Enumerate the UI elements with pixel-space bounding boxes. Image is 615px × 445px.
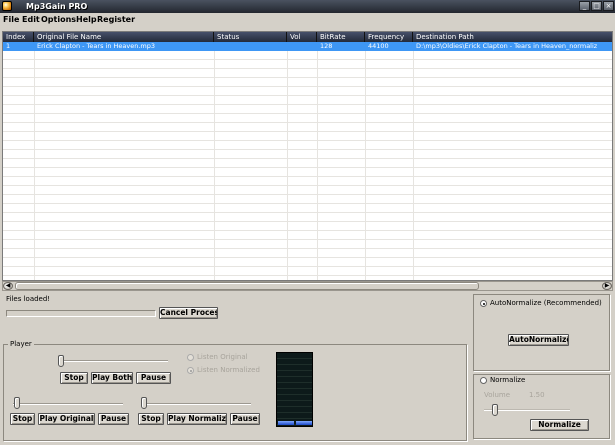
scroll-thumb[interactable] — [15, 282, 479, 290]
auto-normalize-radio[interactable] — [480, 300, 487, 307]
level-meter-left — [278, 421, 294, 425]
normalized-volume-slider-track[interactable] — [141, 403, 251, 405]
cell-vol — [287, 42, 317, 51]
menu-bar: File Edit Options Help Register — [0, 13, 615, 26]
normalized-volume-slider[interactable] — [141, 397, 147, 409]
column-destination-path[interactable]: Destination Path — [413, 32, 612, 42]
pause-original-button[interactable]: Pause — [98, 413, 129, 425]
listen-normalized-radio[interactable] — [187, 367, 194, 374]
table-header: Index Original File Name Status Vol BitR… — [3, 32, 612, 42]
cell-file-name: Erick Clapton - Tears in Heaven.mp3 — [37, 42, 156, 50]
column-frequency[interactable]: Frequency — [365, 32, 413, 42]
stop-both-button[interactable]: Stop — [60, 372, 88, 384]
auto-normalize-label: AutoNormalize (Recommended) — [490, 299, 602, 307]
play-original-button[interactable]: Play Original — [38, 413, 95, 425]
normalize-volume-slider[interactable] — [492, 404, 498, 416]
listen-normalized-label: Listen Normalized — [197, 366, 260, 374]
both-volume-slider-track[interactable] — [60, 360, 168, 362]
auto-normalize-button[interactable]: AutoNormalize — [508, 334, 569, 346]
scroll-left-icon[interactable]: ◀ — [3, 282, 13, 290]
status-message: Files loaded! — [6, 295, 51, 303]
volume-label: Volume — [484, 391, 511, 399]
player-group-label: Player — [8, 340, 34, 349]
volume-value: 1.50 — [529, 391, 545, 399]
title-bar: Mp3Gain PRO _ □ × — [0, 0, 615, 13]
progress-bar — [6, 310, 156, 317]
window-title: Mp3Gain PRO — [26, 2, 88, 11]
column-vol[interactable]: Vol — [287, 32, 317, 42]
menu-edit[interactable]: Edit — [22, 14, 40, 25]
stop-original-button[interactable]: Stop — [10, 413, 35, 425]
original-volume-slider-track[interactable] — [13, 403, 123, 405]
level-meter-right — [296, 421, 312, 425]
menu-register[interactable]: Register — [97, 14, 135, 25]
listen-original-radio[interactable] — [187, 354, 194, 361]
column-index[interactable]: Index — [3, 32, 34, 42]
listen-original-label: Listen Original — [197, 353, 248, 361]
both-volume-slider[interactable] — [58, 355, 64, 367]
cell-index: 1 — [6, 42, 11, 50]
pause-normalized-button[interactable]: Pause — [230, 413, 260, 425]
cell-frequency: 44100 — [368, 42, 389, 50]
menu-help[interactable]: Help — [76, 14, 97, 25]
column-bitrate[interactable]: BitRate — [317, 32, 365, 42]
cancel-process-button[interactable]: Cancel Process — [159, 307, 218, 319]
pause-both-button[interactable]: Pause — [136, 372, 171, 384]
maximize-icon[interactable]: □ — [591, 1, 602, 11]
column-status[interactable]: Status — [214, 32, 287, 42]
normalize-label: Normalize — [490, 376, 526, 384]
scroll-right-icon[interactable]: ▶ — [602, 282, 612, 290]
cell-status — [214, 42, 287, 51]
app-icon — [2, 1, 12, 11]
play-normalize-button[interactable]: Play Normalize — [167, 413, 227, 425]
cell-bitrate: 128 — [320, 42, 333, 50]
column-original-file-name[interactable]: Original File Name — [34, 32, 214, 42]
menu-options[interactable]: Options — [41, 14, 76, 25]
stop-normalized-button[interactable]: Stop — [138, 413, 164, 425]
file-table[interactable]: Index Original File Name Status Vol BitR… — [2, 31, 613, 281]
table-row[interactable]: 1 Erick Clapton - Tears in Heaven.mp3 12… — [3, 42, 612, 51]
level-meter — [276, 352, 313, 427]
minimize-icon[interactable]: _ — [579, 1, 590, 11]
horizontal-scrollbar[interactable]: ◀ ▶ — [2, 281, 613, 291]
original-volume-slider[interactable] — [14, 397, 20, 409]
normalize-button[interactable]: Normalize — [530, 419, 589, 431]
menu-file[interactable]: File — [3, 14, 19, 25]
cell-destination-path: D:\mp3\Oldies\Erick Clapton - Tears in H… — [416, 42, 598, 50]
normalize-radio[interactable] — [480, 377, 487, 384]
play-both-button[interactable]: Play Both — [91, 372, 133, 384]
close-icon[interactable]: × — [603, 1, 614, 11]
